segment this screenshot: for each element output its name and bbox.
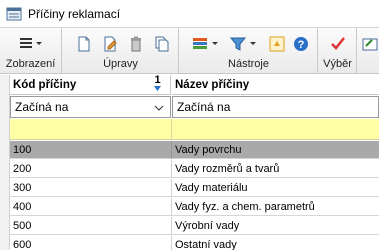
column-divider (171, 119, 172, 140)
new-record-row[interactable] (10, 119, 379, 140)
table-row[interactable]: 500 Výrobní vady (10, 217, 379, 235)
delete-record-button[interactable] (125, 34, 147, 54)
ribbon-group-label: Výběr (323, 58, 352, 70)
list-view-icon (20, 38, 42, 48)
help-icon: ? (294, 37, 308, 51)
table-row[interactable]: 600 Ostatní vady (10, 236, 379, 250)
columns-button[interactable] (192, 34, 222, 54)
cell-code: 600 (13, 239, 32, 250)
columns-icon (193, 38, 218, 49)
chevron-down-icon (154, 105, 164, 111)
filter-value: Začíná na (15, 100, 69, 114)
select-check-icon (331, 37, 345, 50)
column-header-code[interactable]: Kód příčiny 1 (10, 75, 171, 95)
cell-name: Vady materiálu (175, 182, 248, 194)
delete-record-icon (131, 36, 141, 52)
data-grid: Kód příčiny 1 Název příčiny Začíná na Za… (0, 75, 379, 250)
sort-order-indicator: 1 (153, 75, 162, 94)
filter-name-select[interactable]: Začíná na (172, 96, 379, 118)
column-divider (171, 198, 172, 216)
column-divider (171, 141, 172, 159)
ribbon-group-edit: Úpravy (63, 28, 179, 74)
column-header-label: Název příčiny (175, 78, 250, 91)
ribbon-group-label: Zobrazení (5, 58, 56, 70)
new-record-icon (78, 36, 90, 52)
edit-record-icon (104, 36, 117, 52)
ribbon-group-tools: ? Nástroje (180, 28, 318, 74)
cell-name: Vady fyz. a chem. parametrů (175, 201, 315, 213)
app-icon (6, 6, 22, 22)
cell-code: 400 (13, 201, 32, 213)
column-divider (171, 217, 172, 235)
ribbon-group-label: Úpravy (103, 58, 138, 70)
select-button[interactable] (327, 34, 349, 54)
open-icon (362, 38, 378, 51)
copy-record-icon (155, 36, 169, 52)
new-record-button[interactable] (73, 34, 95, 54)
table-row[interactable]: 100 Vady povrchu (10, 141, 379, 159)
cell-code: 200 (13, 163, 32, 175)
title-bar: Příčiny reklamací (0, 0, 379, 28)
row-selector-column (0, 75, 10, 250)
ribbon-group-select: Výběr (319, 28, 357, 74)
cell-code: 500 (13, 220, 32, 232)
copy-record-button[interactable] (151, 34, 173, 54)
filter-value: Začíná na (177, 100, 231, 114)
table-row[interactable]: 400 Vady fyz. a chem. parametrů (10, 198, 379, 216)
filter-code-select[interactable]: Začíná na (10, 96, 171, 118)
ribbon-group-label: Nástroje (228, 58, 269, 70)
list-view-button[interactable] (18, 34, 46, 54)
column-divider (171, 179, 172, 197)
cell-name: Vady rozměrů a tvarů (175, 163, 280, 175)
export-button[interactable] (266, 34, 288, 54)
filter-button[interactable] (230, 34, 260, 54)
edit-record-button[interactable] (99, 34, 121, 54)
table-row[interactable]: 200 Vady rozměrů a tvarů (10, 160, 379, 178)
column-divider (171, 236, 172, 250)
svg-text:?: ? (298, 39, 305, 51)
table-row[interactable]: 300 Vady materiálu (10, 179, 379, 197)
cell-name: Vady povrchu (175, 144, 242, 156)
window-title: Příčiny reklamací (28, 6, 121, 21)
ribbon-toolbar: Zobrazení Úpravy ? Nástroje Výběr (0, 28, 379, 74)
export-icon (269, 36, 285, 52)
column-header-label: Kód příčiny (13, 78, 77, 91)
filter-icon (230, 37, 256, 51)
cell-name: Ostatní vady (175, 239, 237, 250)
ribbon-group-view: Zobrazení (0, 28, 62, 74)
column-header-name[interactable]: Název příčiny (172, 75, 379, 95)
column-divider (171, 160, 172, 178)
cell-name: Výrobní vady (175, 220, 240, 232)
cell-code: 100 (13, 144, 32, 156)
sort-arrow-icon (154, 86, 161, 91)
cell-code: 300 (13, 182, 32, 194)
open-button[interactable] (362, 34, 378, 54)
help-button[interactable]: ? (290, 34, 312, 54)
